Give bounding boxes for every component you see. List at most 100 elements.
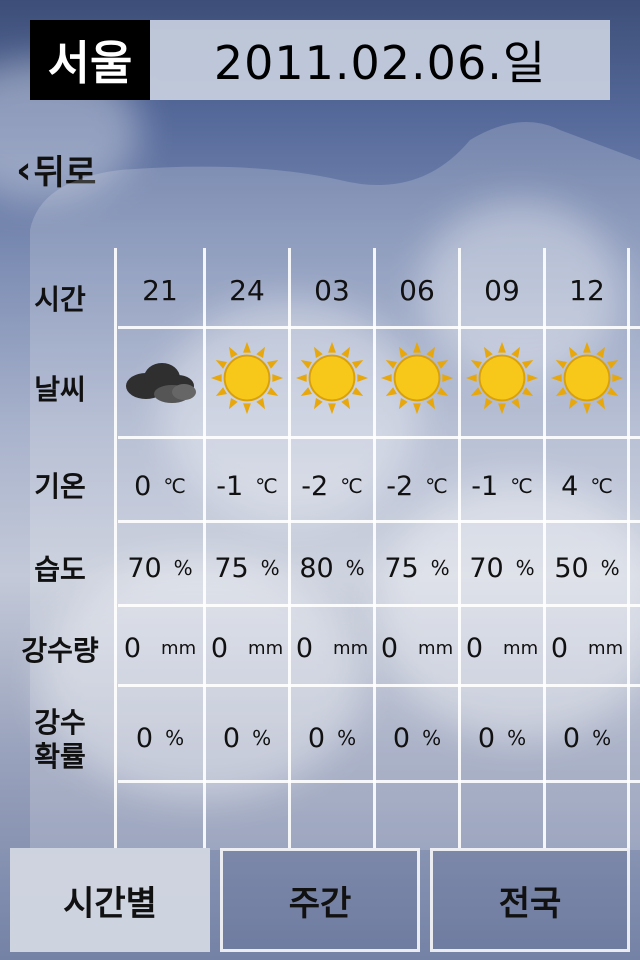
percent-unit: % [337, 726, 357, 750]
row-label-humidity: 습도 [34, 553, 86, 586]
temp-unit: ℃ [255, 474, 278, 498]
time-cell: 24 [229, 273, 265, 307]
temp-cell: -2 ℃ [375, 466, 459, 506]
temp-unit: ℃ [590, 474, 613, 498]
precip-value: 0 [550, 632, 569, 664]
grid-line [118, 604, 640, 607]
time-cell: 09 [484, 273, 520, 307]
sun-icon [205, 338, 289, 418]
city-label: 서울 [30, 20, 150, 100]
precip-cell: 0 mm [118, 628, 202, 668]
row-label-precip-prob-2: 확률 [34, 740, 86, 773]
percent-unit: % [600, 556, 620, 580]
humidity-value: 70 [127, 552, 162, 584]
temp-unit: ℃ [340, 474, 363, 498]
prob-cell: 0% [375, 718, 459, 758]
date-label: 2011.02.06.일 [150, 20, 610, 100]
percent-unit: % [515, 556, 535, 580]
mm-unit: mm [503, 637, 539, 659]
grid-line [118, 520, 640, 523]
mm-unit: mm [333, 637, 369, 659]
time-cell: 06 [399, 273, 435, 307]
sun-icon [460, 338, 544, 418]
row-label-temperature: 기온 [34, 470, 86, 503]
temp-value: -1 [216, 470, 244, 502]
temp-value: 4 [561, 470, 579, 502]
tab-nationwide[interactable]: 전국 [430, 848, 630, 952]
precip-cell: 0 mm [545, 628, 629, 668]
mm-unit: mm [248, 637, 284, 659]
percent-unit: % [430, 556, 450, 580]
percent-unit: % [592, 726, 612, 750]
precip-value: 0 [380, 632, 399, 664]
row-label-precipitation: 강수량 [21, 634, 99, 667]
temp-unit: ℃ [163, 474, 186, 498]
percent-unit: % [422, 726, 442, 750]
mm-unit: mm [161, 637, 197, 659]
temp-value: -2 [301, 470, 329, 502]
tab-hourly[interactable]: 시간별 [10, 848, 210, 952]
percent-unit: % [252, 726, 272, 750]
row-label-time: 시간 [34, 283, 86, 316]
temp-value: 0 [134, 470, 152, 502]
temp-cell: -1 ℃ [205, 466, 289, 506]
percent-unit: % [165, 726, 185, 750]
prob-value: 0 [562, 722, 581, 754]
tab-weekly[interactable]: 주간 [220, 848, 420, 952]
row-label-precip-prob-1: 강수 [34, 706, 86, 739]
prob-value: 0 [307, 722, 326, 754]
prob-cell: 0% [545, 718, 629, 758]
humidity-value: 80 [299, 552, 334, 584]
percent-unit: % [260, 556, 280, 580]
sun-icon [290, 338, 374, 418]
time-cell: 21 [142, 273, 178, 307]
humidity-value: 70 [469, 552, 504, 584]
temp-unit: ℃ [510, 474, 533, 498]
temp-unit: ℃ [425, 474, 448, 498]
grid-line [118, 780, 640, 783]
humidity-value: 75 [384, 552, 419, 584]
row-label-weather: 날씨 [34, 373, 86, 406]
percent-unit: % [507, 726, 527, 750]
temp-cell: -1 ℃ [460, 466, 544, 506]
temp-cell: 4 ℃ [545, 466, 629, 506]
temp-cell: -2 ℃ [290, 466, 374, 506]
grid-line [114, 248, 117, 848]
precip-value: 0 [210, 632, 229, 664]
sun-icon [375, 338, 459, 418]
mm-unit: mm [418, 637, 454, 659]
prob-cell: 0% [205, 718, 289, 758]
grid-line [118, 684, 640, 687]
temp-value: -2 [386, 470, 414, 502]
tab-bar: 시간별 주간 전국 [0, 848, 640, 960]
mm-unit: mm [588, 637, 624, 659]
prob-cell: 0% [118, 718, 202, 758]
precip-cell: 0 mm [460, 628, 544, 668]
prob-value: 0 [477, 722, 496, 754]
temp-cell: 0 ℃ [118, 466, 202, 506]
cloud-icon [118, 338, 202, 418]
grid-line [118, 326, 640, 329]
time-cell: 03 [314, 273, 350, 307]
humidity-cell: 75% [205, 548, 289, 588]
humidity-value: 75 [214, 552, 249, 584]
forecast-table: 시간 날씨 기온 습도 강수량 강수 확률 21 0 ℃ 70% 0 mm 0% 2… [0, 248, 640, 848]
precip-value: 0 [123, 632, 142, 664]
humidity-cell: 70% [118, 548, 202, 588]
percent-unit: % [345, 556, 365, 580]
humidity-value: 50 [554, 552, 589, 584]
prob-value: 0 [222, 722, 241, 754]
humidity-cell: 70% [460, 548, 544, 588]
prob-cell: 0% [290, 718, 374, 758]
prob-cell: 0% [460, 718, 544, 758]
time-cell: 12 [569, 273, 605, 307]
humidity-cell: 80% [290, 548, 374, 588]
precip-value: 0 [295, 632, 314, 664]
humidity-cell: 50% [545, 548, 629, 588]
temp-value: -1 [471, 470, 499, 502]
humidity-cell: 75% [375, 548, 459, 588]
percent-unit: % [173, 556, 193, 580]
sun-icon [545, 338, 629, 418]
precip-value: 0 [465, 632, 484, 664]
prob-value: 0 [135, 722, 154, 754]
